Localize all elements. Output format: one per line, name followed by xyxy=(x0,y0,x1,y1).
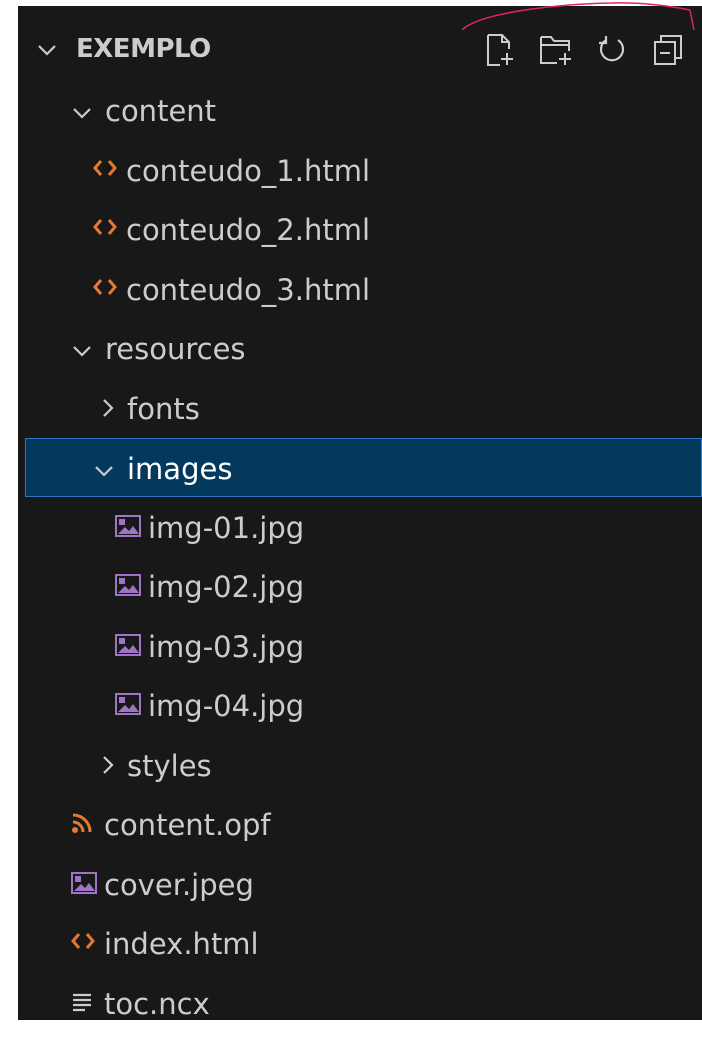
explorer-title: EXEMPLO xyxy=(76,34,211,64)
new-file-icon[interactable] xyxy=(480,30,520,70)
tree-item-label: index.html xyxy=(104,927,259,961)
tree-file-item[interactable]: content.opf xyxy=(18,795,702,855)
tree-item-label: conteudo_3.html xyxy=(126,272,371,307)
tree-folder-styles[interactable]: styles xyxy=(18,736,702,796)
tree-file-item[interactable]: conteudo_3.html xyxy=(18,260,702,320)
html-file-icon xyxy=(93,158,117,182)
tree-folder-images[interactable]: images xyxy=(25,438,702,497)
chevron-right-icon[interactable] xyxy=(102,398,114,421)
tree-folder-content[interactable]: content xyxy=(18,81,702,141)
tree-file-item[interactable]: toc.ncx xyxy=(18,974,702,1021)
tree-item-label: content xyxy=(105,94,217,128)
image-file-icon xyxy=(115,574,141,600)
image-file-icon xyxy=(115,633,141,660)
image-file-icon xyxy=(71,871,97,898)
html-file-icon xyxy=(93,277,117,301)
tree-file-item[interactable]: conteudo_1.html xyxy=(18,141,702,201)
image-file-icon xyxy=(115,514,141,541)
explorer-panel: EXEMPLO content conteudo_1.html conteudo… xyxy=(18,6,702,1020)
new-folder-icon[interactable] xyxy=(536,30,576,70)
tree-item-label: fonts xyxy=(127,391,200,426)
text-file-icon xyxy=(71,991,93,1017)
tree-item-label: styles xyxy=(127,748,212,783)
tree-folder-fonts[interactable]: fonts xyxy=(18,379,702,439)
tree-folder-resources[interactable]: resources xyxy=(18,319,702,379)
html-file-icon xyxy=(93,217,117,241)
tree-file-item[interactable]: cover.jpeg xyxy=(18,855,702,915)
collapse-all-icon[interactable] xyxy=(648,30,688,70)
tree-file-item[interactable]: img-01.jpg xyxy=(18,498,702,558)
chevron-down-icon[interactable] xyxy=(73,104,91,123)
tree-item-label: content.opf xyxy=(104,808,271,842)
refresh-icon[interactable] xyxy=(592,30,632,70)
tree-file-item[interactable]: img-02.jpg xyxy=(18,557,702,617)
tree-file-item[interactable]: index.html xyxy=(18,914,702,974)
chevron-down-icon[interactable] xyxy=(38,41,56,60)
tree-item-label: img-01.jpg xyxy=(148,510,305,545)
tree-item-label: conteudo_1.html xyxy=(126,153,371,188)
tree-item-label: resources xyxy=(105,332,246,366)
tree-item-label: cover.jpeg xyxy=(104,867,254,902)
html-file-icon xyxy=(71,931,95,955)
tree-item-label: conteudo_2.html xyxy=(126,213,371,247)
chevron-right-icon[interactable] xyxy=(102,755,114,778)
rss-feed-icon xyxy=(71,812,93,838)
chevron-down-icon[interactable] xyxy=(95,462,113,481)
tree-file-item[interactable]: conteudo_2.html xyxy=(18,200,702,260)
tree-file-item[interactable]: img-04.jpg xyxy=(18,676,702,736)
image-file-icon xyxy=(115,693,141,719)
tree-item-label: img-02.jpg xyxy=(148,570,305,604)
tree-file-item[interactable]: img-03.jpg xyxy=(18,617,702,677)
chevron-down-icon[interactable] xyxy=(73,342,91,361)
tree-item-label: toc.ncx xyxy=(104,986,210,1021)
explorer-header[interactable]: EXEMPLO xyxy=(18,16,702,76)
tree-item-label: img-03.jpg xyxy=(148,629,305,664)
tree-item-label: img-04.jpg xyxy=(148,689,305,723)
tree-item-label: images xyxy=(127,452,233,486)
